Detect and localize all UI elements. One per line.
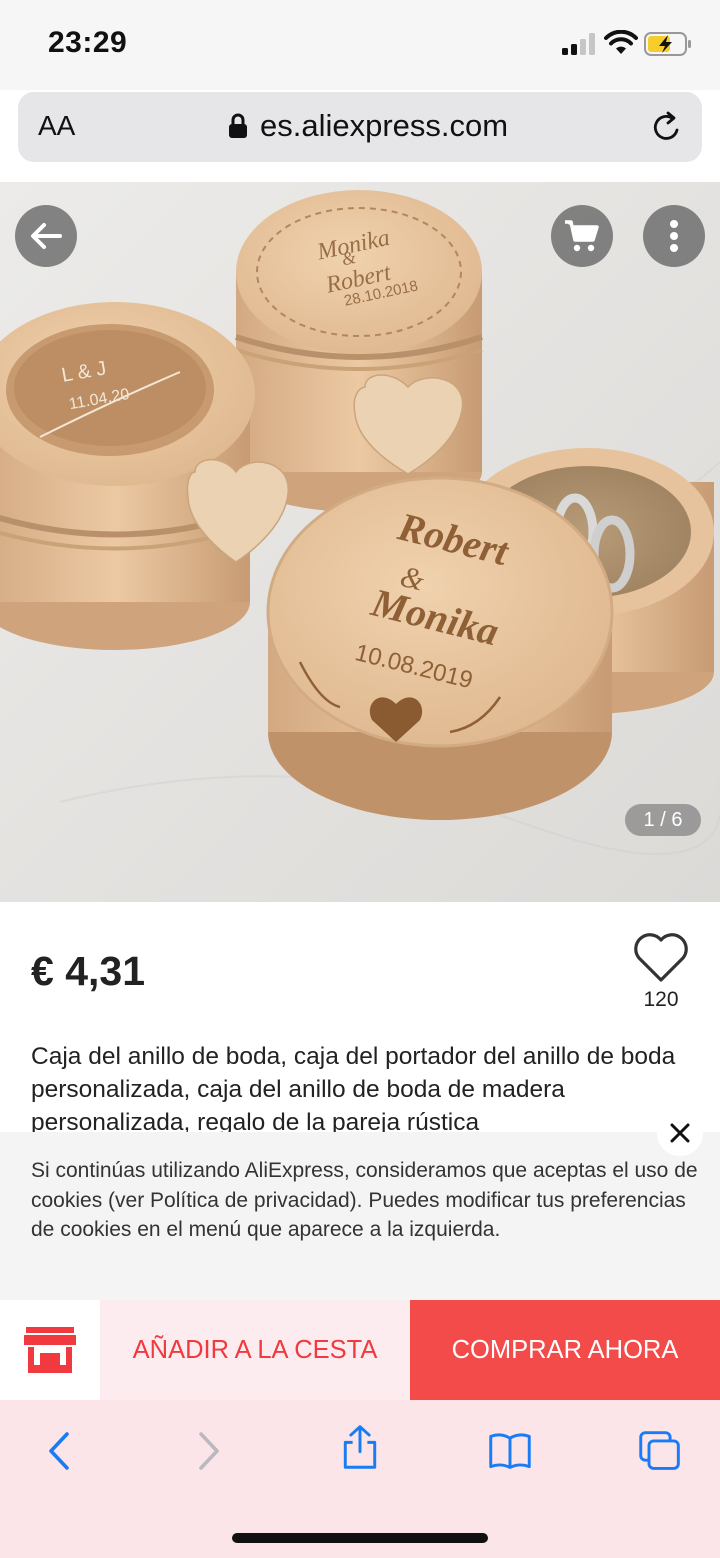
status-time: 23:29 bbox=[48, 26, 128, 59]
battery-icon bbox=[644, 32, 691, 56]
chevron-right-icon[interactable] bbox=[186, 1428, 230, 1474]
text-size-button[interactable]: AA bbox=[38, 110, 75, 142]
close-icon bbox=[670, 1123, 690, 1143]
front-ring-box: Robert & Monika 10.08.2019 bbox=[266, 476, 614, 820]
cookie-close-button[interactable] bbox=[657, 1110, 703, 1156]
status-bar: 23:29 bbox=[0, 0, 720, 90]
lock-icon bbox=[229, 113, 247, 138]
more-vertical-icon bbox=[670, 220, 678, 252]
product-image-gallery[interactable]: Monika & Robert 28.10.2018 L & J 11.04.2… bbox=[0, 182, 720, 902]
share-icon[interactable] bbox=[338, 1424, 382, 1470]
address-bar[interactable]: AA es.aliexpress.com bbox=[18, 92, 702, 162]
wishlist-count: 120 bbox=[643, 988, 679, 1011]
cart-button[interactable] bbox=[551, 205, 613, 267]
cookie-notice-text: Si continúas utilizando AliExpress, cons… bbox=[31, 1159, 698, 1241]
image-counter: 1 / 6 bbox=[625, 804, 701, 836]
url-text: es.aliexpress.com bbox=[260, 108, 509, 143]
product-price: € 4,31 bbox=[31, 948, 145, 994]
back-button[interactable] bbox=[15, 205, 77, 267]
buy-now-button[interactable]: COMPRAR AHORA bbox=[410, 1300, 720, 1400]
tabs-icon[interactable] bbox=[638, 1428, 682, 1474]
heart-outline-icon[interactable] bbox=[632, 930, 690, 985]
arrow-left-icon bbox=[31, 223, 62, 249]
shopping-cart-icon bbox=[565, 220, 599, 252]
store-icon bbox=[24, 1327, 76, 1373]
store-button[interactable] bbox=[0, 1300, 100, 1400]
url-display[interactable]: es.aliexpress.com bbox=[228, 108, 508, 144]
product-title: Caja del anillo de boda, caja del portad… bbox=[31, 1043, 676, 1132]
cookie-banner: Si continúas utilizando AliExpress, cons… bbox=[0, 1110, 720, 1300]
reload-icon[interactable] bbox=[650, 110, 684, 144]
text-size-label: AA bbox=[38, 110, 76, 141]
back-ring-box: Monika & Robert 28.10.2018 bbox=[235, 190, 483, 512]
product-photo: Monika & Robert 28.10.2018 L & J 11.04.2… bbox=[0, 182, 720, 902]
more-options-button[interactable] bbox=[643, 205, 705, 267]
wifi-icon bbox=[604, 30, 638, 54]
add-to-cart-button[interactable]: AÑADIR A LA CESTA bbox=[100, 1300, 410, 1400]
purchase-action-bar: AÑADIR A LA CESTA COMPRAR AHORA bbox=[0, 1300, 720, 1400]
cellular-signal-icon bbox=[562, 33, 595, 55]
chevron-left-icon[interactable] bbox=[38, 1428, 82, 1474]
bookmarks-icon[interactable] bbox=[488, 1428, 532, 1474]
home-indicator bbox=[232, 1533, 488, 1543]
browser-toolbar bbox=[0, 1400, 720, 1558]
